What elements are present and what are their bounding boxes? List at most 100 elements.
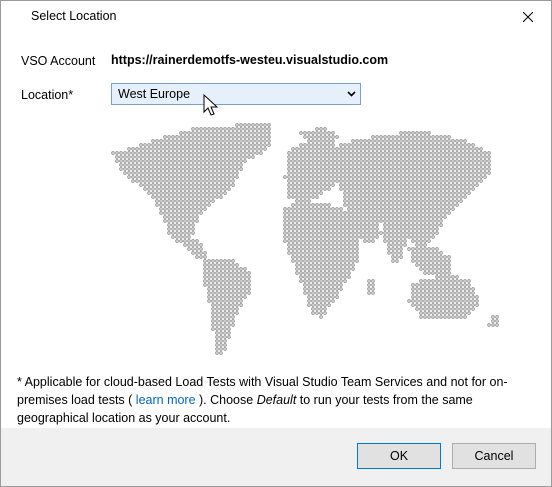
- map-dot: [227, 139, 231, 143]
- map-dot: [311, 247, 315, 251]
- map-dot: [323, 215, 327, 219]
- map-dot: [355, 143, 359, 147]
- map-dot: [431, 215, 435, 219]
- map-dot: [419, 203, 423, 207]
- map-dot: [335, 291, 339, 295]
- map-dot: [287, 187, 291, 191]
- map-dot: [343, 211, 347, 215]
- map-dot: [211, 283, 215, 287]
- map-dot: [415, 219, 419, 223]
- map-dot: [435, 275, 439, 279]
- map-dot: [335, 179, 339, 183]
- map-dot: [167, 219, 171, 223]
- map-dot: [187, 175, 191, 179]
- map-dot: [431, 191, 435, 195]
- map-dot: [379, 159, 383, 163]
- map-dot: [355, 231, 359, 235]
- map-dot: [447, 159, 451, 163]
- map-dot: [175, 199, 179, 203]
- map-dot: [331, 235, 335, 239]
- map-dot: [143, 179, 147, 183]
- map-dot: [239, 283, 243, 287]
- map-dot: [347, 259, 351, 263]
- map-dot: [475, 167, 479, 171]
- map-dot: [195, 251, 199, 255]
- map-dot: [395, 179, 399, 183]
- map-dot: [439, 167, 443, 171]
- map-dot: [207, 155, 211, 159]
- map-dot: [339, 279, 343, 283]
- map-dot: [367, 291, 371, 295]
- map-dot: [487, 155, 491, 159]
- cancel-button[interactable]: Cancel: [452, 443, 536, 469]
- map-dot: [259, 123, 263, 127]
- map-dot: [459, 183, 463, 187]
- map-dot: [207, 191, 211, 195]
- map-dot: [403, 139, 407, 143]
- map-dot: [431, 195, 435, 199]
- map-dot: [363, 183, 367, 187]
- map-dot: [463, 303, 467, 307]
- map-dot: [447, 179, 451, 183]
- map-dot: [343, 243, 347, 247]
- map-dot: [423, 279, 427, 283]
- map-dot: [219, 163, 223, 167]
- map-dot: [315, 239, 319, 243]
- map-dot: [419, 163, 423, 167]
- map-dot: [307, 295, 311, 299]
- map-dot: [231, 171, 235, 175]
- map-dot: [219, 327, 223, 331]
- map-dot: [195, 183, 199, 187]
- map-dot: [319, 259, 323, 263]
- ok-button[interactable]: OK: [357, 443, 441, 469]
- map-dot: [463, 183, 467, 187]
- map-dot: [195, 163, 199, 167]
- map-dot: [315, 223, 319, 227]
- map-dot: [171, 211, 175, 215]
- map-dot: [351, 155, 355, 159]
- map-dot: [415, 263, 419, 267]
- learn-more-link[interactable]: learn more: [136, 393, 196, 407]
- map-dot: [371, 279, 375, 283]
- map-dot: [319, 283, 323, 287]
- map-dot: [415, 191, 419, 195]
- map-dot: [227, 259, 231, 263]
- map-dot: [403, 223, 407, 227]
- map-dot: [463, 159, 467, 163]
- map-dot: [439, 151, 443, 155]
- map-dot: [315, 187, 319, 191]
- map-dot: [295, 171, 299, 175]
- map-dot: [395, 187, 399, 191]
- map-dot: [443, 263, 447, 267]
- map-dot: [411, 255, 415, 259]
- map-dot: [175, 151, 179, 155]
- map-dot: [295, 263, 299, 267]
- map-dot: [383, 235, 387, 239]
- map-dot: [407, 231, 411, 235]
- map-dot: [191, 199, 195, 203]
- map-dot: [219, 351, 223, 355]
- map-dot: [227, 279, 231, 283]
- map-dot: [379, 183, 383, 187]
- map-dot: [219, 295, 223, 299]
- map-dot: [343, 235, 347, 239]
- map-dot: [319, 299, 323, 303]
- map-dot: [479, 155, 483, 159]
- map-dot: [439, 147, 443, 151]
- map-dot: [319, 303, 323, 307]
- map-dot: [427, 223, 431, 227]
- map-dot: [399, 203, 403, 207]
- map-dot: [411, 183, 415, 187]
- map-dot: [343, 271, 347, 275]
- map-dot: [439, 171, 443, 175]
- map-dot: [395, 159, 399, 163]
- map-dot: [223, 339, 227, 343]
- map-dot: [319, 251, 323, 255]
- map-dot: [423, 231, 427, 235]
- map-dot: [451, 199, 455, 203]
- map-dot: [431, 311, 435, 315]
- map-dot: [331, 215, 335, 219]
- map-dot: [339, 211, 343, 215]
- map-dot: [447, 139, 451, 143]
- map-dot: [327, 167, 331, 171]
